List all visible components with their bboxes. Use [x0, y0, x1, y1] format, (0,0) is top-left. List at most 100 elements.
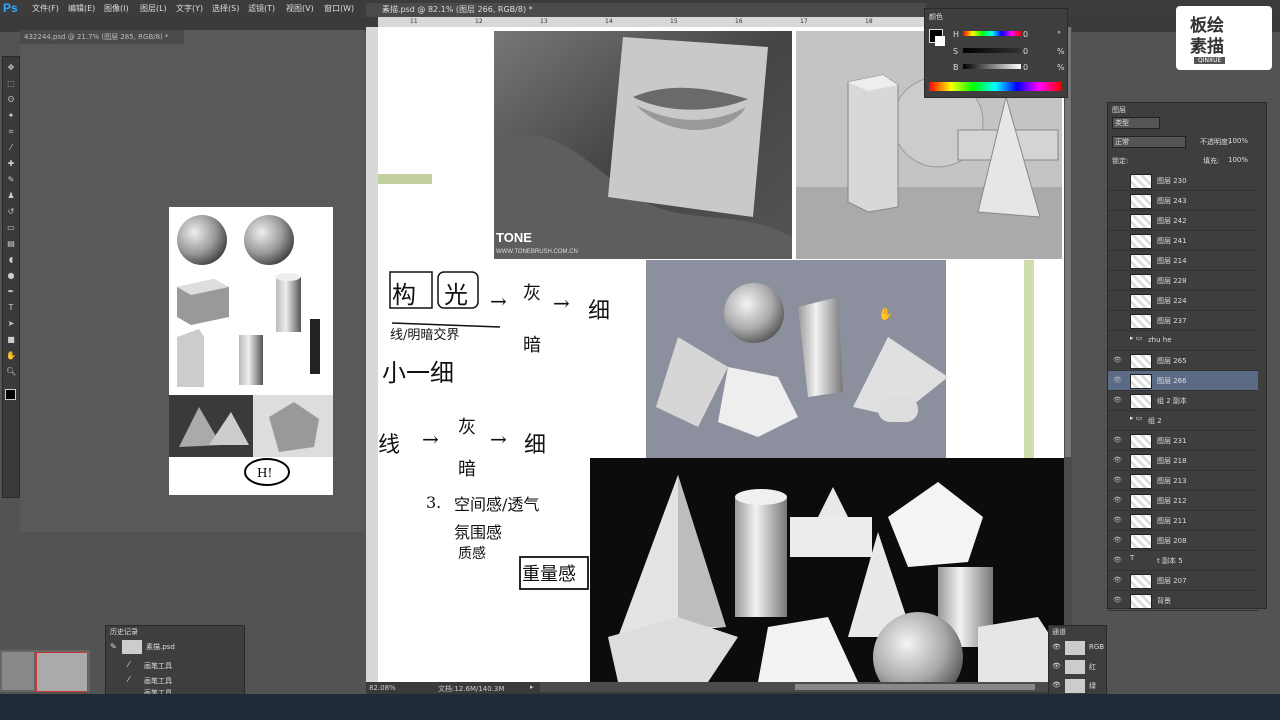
eye-icon[interactable]: 👁︎: [1113, 596, 1122, 604]
menu-view[interactable]: 视图(V): [286, 3, 314, 14]
status-arrow-icon[interactable]: ▸: [530, 683, 534, 691]
eye-icon[interactable]: 👁︎: [1113, 456, 1122, 464]
layer-row[interactable]: 图层 224: [1108, 291, 1258, 311]
menu-window[interactable]: 窗口(W): [324, 3, 354, 14]
eye-icon[interactable]: [1113, 296, 1121, 304]
eye-icon[interactable]: 👁︎: [1113, 376, 1122, 384]
blend-mode-dropdown[interactable]: 正常: [1112, 136, 1186, 148]
history-step[interactable]: ⁄ 画笔工具: [106, 673, 244, 687]
history-brush-tool-icon[interactable]: ↺: [6, 207, 16, 217]
hue-value[interactable]: 0: [1023, 30, 1028, 39]
menu-edit[interactable]: 编辑(E): [68, 3, 95, 14]
eye-icon[interactable]: 👁︎: [1113, 436, 1122, 444]
eraser-tool-icon[interactable]: ▭: [6, 223, 16, 233]
layer-row[interactable]: 👁︎ 图层 265: [1108, 351, 1258, 371]
layer-row[interactable]: 图层 241: [1108, 231, 1258, 251]
layer-row[interactable]: 👁︎ 图层 208: [1108, 531, 1258, 551]
brightness-slider[interactable]: [963, 64, 1021, 69]
eye-icon[interactable]: [1113, 256, 1121, 264]
gradient-tool-icon[interactable]: ▤: [6, 239, 16, 249]
eye-icon[interactable]: [1113, 236, 1121, 244]
navigator-thumb-active[interactable]: [36, 652, 88, 692]
brightness-value[interactable]: 0: [1023, 63, 1028, 72]
layer-row[interactable]: ▸ ▭ 组 2: [1108, 411, 1258, 431]
eye-icon[interactable]: 👁︎: [1052, 643, 1061, 651]
layer-row[interactable]: 图层 214: [1108, 251, 1258, 271]
navigator-thumb[interactable]: [2, 652, 34, 690]
eye-icon[interactable]: [1113, 276, 1121, 284]
brush-tool-icon[interactable]: ✎: [6, 175, 16, 185]
eye-icon[interactable]: 👁︎: [1113, 516, 1122, 524]
layer-row[interactable]: 👁︎ 图层 266: [1108, 371, 1258, 391]
main-canvas[interactable]: TONE WWW.TONEBRUSH.COM.CN 构 光 → 灰 暗 → 细 …: [378, 27, 1064, 682]
horizontal-scrollbar[interactable]: [540, 682, 1060, 692]
layer-row[interactable]: ▸ ▭ zhu he: [1108, 331, 1258, 351]
eye-icon[interactable]: 👁︎: [1113, 396, 1122, 404]
layer-filter-dropdown[interactable]: 类型: [1112, 117, 1160, 129]
layer-row[interactable]: 👁︎ 图层 207: [1108, 571, 1258, 591]
eye-icon[interactable]: 👁︎: [1052, 681, 1061, 689]
path-select-tool-icon[interactable]: ➤: [6, 319, 16, 329]
channel-red[interactable]: 👁︎ 红: [1049, 658, 1106, 676]
shape-tool-icon[interactable]: ■: [6, 335, 16, 345]
layer-row[interactable]: 👁︎ Tt 副本 5: [1108, 551, 1258, 571]
healing-tool-icon[interactable]: ✚: [6, 159, 16, 169]
hand-tool-icon[interactable]: ✋: [6, 351, 16, 361]
history-snapshot[interactable]: ✎ 素描.psd: [106, 639, 244, 655]
opacity-value[interactable]: 100%: [1228, 137, 1248, 145]
layer-row[interactable]: 👁︎ 图层 212: [1108, 491, 1258, 511]
foreground-color-swatch[interactable]: [5, 389, 16, 400]
channel-rgb[interactable]: 👁︎ RGB: [1049, 639, 1106, 657]
eye-icon[interactable]: 👁︎: [1113, 536, 1122, 544]
layer-row[interactable]: 👁︎ 图层 218: [1108, 451, 1258, 471]
layer-row[interactable]: 👁︎ 图层 231: [1108, 431, 1258, 451]
saturation-slider[interactable]: [963, 48, 1021, 53]
text-tool-icon[interactable]: T: [6, 303, 16, 313]
eye-icon[interactable]: 👁︎: [1113, 496, 1122, 504]
layer-row[interactable]: 图层 242: [1108, 211, 1258, 231]
zoom-level[interactable]: 82.08%: [369, 684, 396, 692]
hue-slider[interactable]: [963, 31, 1021, 36]
eye-icon[interactable]: 👁︎: [1052, 662, 1061, 670]
eye-icon[interactable]: [1113, 316, 1121, 324]
saturation-value[interactable]: 0: [1023, 47, 1028, 56]
menu-type[interactable]: 文字(Y): [176, 3, 203, 14]
dodge-tool-icon[interactable]: ●: [6, 271, 16, 281]
eye-icon[interactable]: 👁︎: [1113, 356, 1122, 364]
layer-row[interactable]: 👁︎ 图层 211: [1108, 511, 1258, 531]
marquee-tool-icon[interactable]: ⬚: [6, 79, 16, 89]
menu-file[interactable]: 文件(F): [32, 3, 59, 14]
crop-tool-icon[interactable]: ⌗: [6, 127, 16, 137]
eye-icon[interactable]: [1113, 416, 1121, 424]
eye-icon[interactable]: 👁︎: [1113, 556, 1122, 564]
eye-icon[interactable]: [1113, 176, 1121, 184]
layer-row[interactable]: 图层 230: [1108, 171, 1258, 191]
magic-wand-tool-icon[interactable]: ✦: [6, 111, 16, 121]
main-document-tab[interactable]: 素描.psd @ 82.1% (图层 266, RGB/8) *: [366, 3, 926, 17]
eyedropper-tool-icon[interactable]: ⁄: [6, 143, 16, 153]
history-step[interactable]: ⁄ 画笔工具: [106, 658, 244, 672]
layer-row[interactable]: 图层 243: [1108, 191, 1258, 211]
menu-image[interactable]: 图像(I): [104, 3, 129, 14]
stamp-tool-icon[interactable]: ♟: [6, 191, 16, 201]
eye-icon[interactable]: [1113, 216, 1121, 224]
layer-row[interactable]: 👁︎ 组 2 副本: [1108, 391, 1258, 411]
eye-icon[interactable]: [1113, 196, 1121, 204]
zoom-tool-icon[interactable]: 🔍︎: [6, 367, 16, 377]
fill-value[interactable]: 100%: [1228, 156, 1248, 164]
layer-row[interactable]: 图层 237: [1108, 311, 1258, 331]
pen-tool-icon[interactable]: ✒: [6, 287, 16, 297]
left-document-tab[interactable]: 432244.psd @ 21.7% (图层 285, RGB/8) *: [20, 30, 184, 44]
lasso-tool-icon[interactable]: ʘ: [6, 95, 16, 105]
eye-icon[interactable]: 👁︎: [1113, 576, 1122, 584]
blur-tool-icon[interactable]: ◖: [6, 255, 16, 265]
layer-row[interactable]: 👁︎ 图层 213: [1108, 471, 1258, 491]
menu-filter[interactable]: 滤镜(T): [248, 3, 275, 14]
layer-row[interactable]: 图层 228: [1108, 271, 1258, 291]
eye-icon[interactable]: [1113, 336, 1121, 344]
menu-select[interactable]: 选择(S): [212, 3, 239, 14]
layer-row[interactable]: 👁︎ 背景: [1108, 591, 1258, 611]
color-background-swatch[interactable]: [935, 36, 945, 46]
vertical-scrollbar[interactable]: [1064, 27, 1072, 682]
menu-layer[interactable]: 图层(L): [140, 3, 167, 14]
